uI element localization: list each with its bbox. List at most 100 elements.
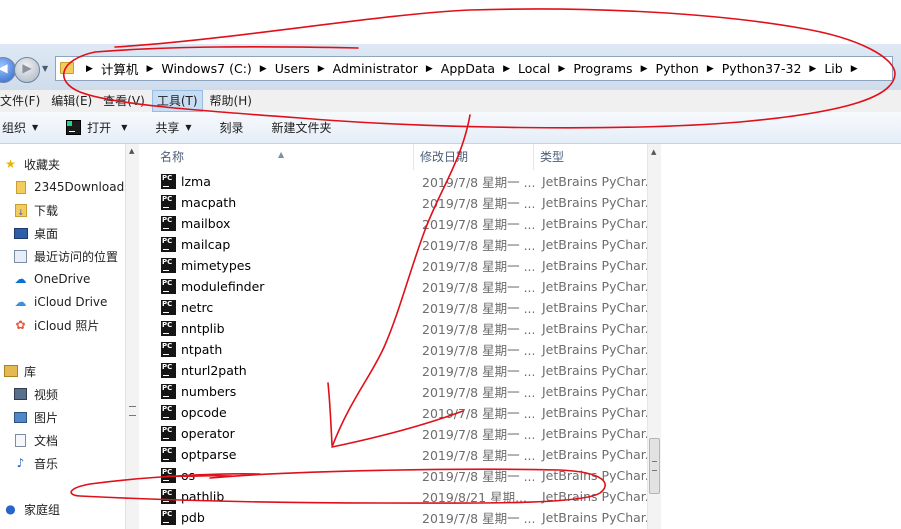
- organize-button[interactable]: 组织 ▼: [2, 119, 38, 136]
- breadcrumb-chevron-icon[interactable]: ▶: [318, 64, 325, 74]
- nav-item-onedrive[interactable]: ☁ OneDrive: [13, 269, 91, 289]
- column-header-name[interactable]: ▲ 名称: [139, 144, 414, 170]
- scroll-thumb[interactable]: [649, 438, 660, 494]
- breadcrumb-item[interactable]: AppData: [441, 61, 495, 76]
- cloud-icon: ☁: [14, 272, 27, 286]
- file-row[interactable]: PC pathlib 2019/8/21 星期... JetBrains PyChar…: [139, 486, 647, 507]
- share-button[interactable]: 共享 ▼: [155, 119, 191, 136]
- menu-item[interactable]: 编辑(E): [47, 90, 96, 112]
- scroll-up-icon[interactable]: ▲: [129, 147, 134, 155]
- breadcrumb-chevron-icon[interactable]: ▶: [86, 64, 93, 74]
- new-folder-button[interactable]: 新建文件夹: [272, 119, 332, 136]
- file-row[interactable]: PC numbers 2019/7/8 星期一 ... JetBrains PyCha…: [139, 381, 647, 402]
- file-row[interactable]: PC lzma 2019/7/8 星期一 ... JetBrains PyChar..…: [139, 171, 647, 192]
- breadcrumb-item[interactable]: Local: [518, 61, 550, 76]
- menu-item[interactable]: 查看(V): [99, 90, 149, 112]
- file-row[interactable]: PC nntplib 2019/7/8 星期一 ... JetBrains PyCha…: [139, 318, 647, 339]
- breadcrumb-item[interactable]: Python37-32: [722, 61, 802, 76]
- nav-homegroup[interactable]: ● 家庭组: [3, 499, 60, 519]
- forward-button[interactable]: ▶: [14, 57, 40, 83]
- recent-pages-chevron-icon[interactable]: ▼: [42, 64, 48, 73]
- file-type: JetBrains PyChar...: [542, 174, 647, 189]
- breadcrumb-item[interactable]: Windows7 (C:): [161, 61, 251, 76]
- file-row[interactable]: PC os 2019/7/8 星期一 ... JetBrains PyChar...: [139, 465, 647, 486]
- nav-item-label: 最近访问的位置: [34, 249, 119, 264]
- file-name-cell: PC nturl2path: [139, 363, 414, 378]
- menu-item[interactable]: 工具(T): [151, 90, 203, 112]
- breadcrumb-item[interactable]: Administrator: [333, 61, 418, 76]
- breadcrumb-chevron-icon[interactable]: ▶: [809, 64, 816, 74]
- nav-item-documents[interactable]: 文档: [13, 430, 58, 450]
- file-name: modulefinder: [181, 279, 265, 294]
- column-header-type[interactable]: 类型: [534, 144, 647, 170]
- navigation-scrollbar[interactable]: ▲: [125, 144, 139, 529]
- address-bar[interactable]: ▶ 计算机 ▶ Windows7 (C:) ▶ Users ▶ Administrator ▶ A…: [55, 56, 893, 81]
- breadcrumb-chevron-icon[interactable]: ▶: [558, 64, 565, 74]
- breadcrumb-chevron-icon[interactable]: ▶: [641, 64, 648, 74]
- file-name-cell: PC opcode: [139, 405, 414, 420]
- file-row[interactable]: PC modulefinder 2019/7/8 星期一 ... JetBrains …: [139, 276, 647, 297]
- file-row[interactable]: PC mimetypes 2019/7/8 星期一 ... JetBrains PyC…: [139, 255, 647, 276]
- nav-libraries-label: 库: [24, 364, 37, 379]
- file-row[interactable]: PC netrc 2019/7/8 星期一 ... JetBrains PyChar.…: [139, 297, 647, 318]
- nav-item-recent[interactable]: 最近访问的位置: [13, 246, 118, 266]
- nav-item-icloud-drive[interactable]: ☁ iCloud Drive: [13, 292, 108, 312]
- breadcrumb-chevron-icon[interactable]: ▶: [707, 64, 714, 74]
- breadcrumb-chevron-icon[interactable]: ▶: [503, 64, 510, 74]
- file-type: JetBrains PyChar...: [542, 405, 647, 420]
- organize-label: 组织: [2, 121, 27, 135]
- file-type: JetBrains PyChar...: [542, 426, 647, 441]
- file-row[interactable]: PC optparse 2019/7/8 星期一 ... JetBrains PyCh…: [139, 444, 647, 465]
- file-name-cell: PC optparse: [139, 447, 414, 462]
- nav-item-music[interactable]: ♪ 音乐: [13, 453, 58, 473]
- menu-item[interactable]: 文件(F): [0, 90, 44, 112]
- burn-button[interactable]: 刻录: [220, 119, 244, 136]
- file-row[interactable]: PC ntpath 2019/7/8 星期一 ... JetBrains PyChar…: [139, 339, 647, 360]
- file-date: 2019/7/8 星期一 ...: [422, 427, 534, 442]
- file-type: JetBrains PyChar...: [542, 342, 647, 357]
- nav-item-videos[interactable]: 视频: [13, 384, 58, 404]
- pycharm-file-icon: PC: [161, 216, 176, 231]
- file-row[interactable]: PC mailbox 2019/7/8 星期一 ... JetBrains PyCha…: [139, 213, 647, 234]
- scroll-up-icon[interactable]: ▲: [651, 148, 656, 156]
- breadcrumb-chevron-icon[interactable]: ▶: [426, 64, 433, 74]
- video-icon: [13, 387, 28, 401]
- scroll-grip: [129, 406, 136, 416]
- breadcrumb-item[interactable]: Python: [656, 61, 699, 76]
- file-list-scrollbar[interactable]: ▲: [647, 144, 661, 529]
- nav-favorites[interactable]: ★ 收藏夹: [3, 154, 60, 174]
- file-date: 2019/7/8 星期一 ...: [422, 301, 534, 316]
- nav-libraries[interactable]: 库: [3, 361, 36, 381]
- file-type: JetBrains PyChar...: [542, 195, 647, 210]
- nav-item-label: 下载: [34, 203, 59, 218]
- pycharm-file-icon: PC: [161, 510, 176, 525]
- nav-item-icloud-photos[interactable]: ✿ iCloud 照片: [13, 315, 99, 335]
- file-type: JetBrains PyChar...: [542, 321, 647, 336]
- file-name: nturl2path: [181, 363, 247, 378]
- file-row[interactable]: PC operator 2019/7/8 星期一 ... JetBrains PyCh…: [139, 423, 647, 444]
- nav-item-2345downloads[interactable]: 2345Downloads: [13, 177, 125, 197]
- file-name: mimetypes: [181, 258, 251, 273]
- breadcrumb-item[interactable]: 计算机: [101, 59, 139, 78]
- file-name-cell: PC modulefinder: [139, 279, 414, 294]
- breadcrumb-item[interactable]: Programs: [573, 61, 632, 76]
- breadcrumb-chevron-icon[interactable]: ▶: [851, 64, 858, 74]
- column-header-date[interactable]: 修改日期: [414, 144, 534, 170]
- file-row[interactable]: PC mailcap 2019/7/8 星期一 ... JetBrains PyCha…: [139, 234, 647, 255]
- column-name-label: 名称: [160, 150, 185, 164]
- breadcrumb-item[interactable]: Users: [275, 61, 310, 76]
- breadcrumb-chevron-icon[interactable]: ▶: [260, 64, 267, 74]
- menu-item[interactable]: 帮助(H): [206, 90, 256, 112]
- file-row[interactable]: PC pdb 2019/7/8 星期一 ... JetBrains PyChar...: [139, 507, 647, 528]
- nav-item-pictures[interactable]: 图片: [13, 407, 58, 427]
- breadcrumb-item[interactable]: Lib: [824, 61, 842, 76]
- file-row[interactable]: PC opcode 2019/7/8 星期一 ... JetBrains PyChar…: [139, 402, 647, 423]
- nav-item-desktop[interactable]: 桌面: [13, 223, 58, 243]
- file-date: 2019/7/8 星期一 ...: [422, 385, 534, 400]
- file-row[interactable]: PC nturl2path 2019/7/8 星期一 ... JetBrains Py…: [139, 360, 647, 381]
- open-button[interactable]: 打开 ▼: [66, 119, 127, 136]
- file-type: JetBrains PyChar...: [542, 384, 647, 399]
- breadcrumb-chevron-icon[interactable]: ▶: [146, 64, 153, 74]
- file-row[interactable]: PC macpath 2019/7/8 星期一 ... JetBrains PyCha…: [139, 192, 647, 213]
- nav-item-downloads[interactable]: ↓ 下载: [13, 200, 58, 220]
